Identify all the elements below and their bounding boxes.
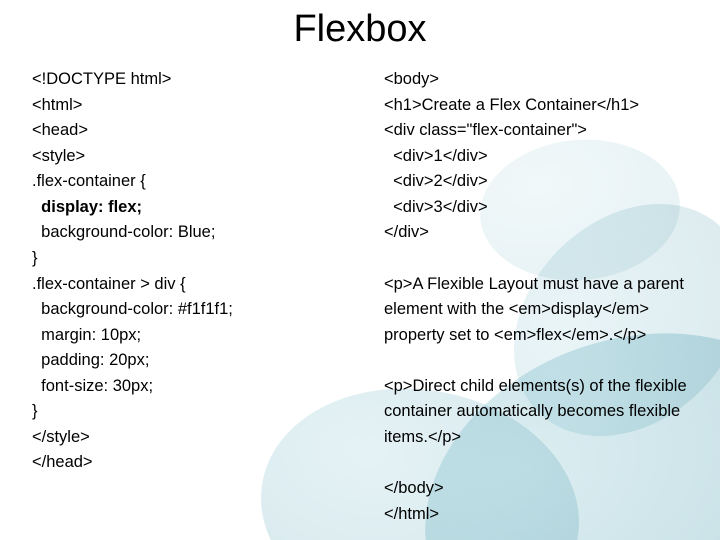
code-line-emphasis: display: flex; bbox=[32, 198, 142, 216]
code-line: </html> bbox=[384, 505, 439, 523]
code-line: background-color: #f1f1f1; bbox=[32, 300, 233, 318]
code-line: .flex-container > div { bbox=[32, 275, 186, 293]
code-line: font-size: 30px; bbox=[32, 377, 153, 395]
code-line: </head> bbox=[32, 453, 93, 471]
code-line: .flex-container { bbox=[32, 172, 146, 190]
code-line: </div> bbox=[384, 223, 429, 241]
code-line: } bbox=[32, 402, 38, 420]
code-line: <div>2</div> bbox=[384, 172, 488, 190]
code-line: <p>A Flexible Layout must have a parent … bbox=[384, 275, 689, 344]
code-line: <div>3</div> bbox=[384, 198, 488, 216]
code-line: </body> bbox=[384, 479, 444, 497]
code-line: </style> bbox=[32, 428, 90, 446]
content-columns: <!DOCTYPE html> <html> <head> <style> .f… bbox=[0, 67, 720, 527]
slide-title: Flexbox bbox=[0, 0, 720, 67]
code-line: <p>Direct child elements(s) of the flexi… bbox=[384, 377, 691, 446]
code-line: } bbox=[32, 249, 38, 267]
slide: Flexbox <!DOCTYPE html> <html> <head> <s… bbox=[0, 0, 720, 540]
code-line: margin: 10px; bbox=[32, 326, 141, 344]
code-line: <head> bbox=[32, 121, 88, 139]
code-line: <body> bbox=[384, 70, 439, 88]
code-line: <style> bbox=[32, 147, 85, 165]
code-line: <!DOCTYPE html> bbox=[32, 70, 171, 88]
code-line: <h1>Create a Flex Container</h1> bbox=[384, 96, 639, 114]
code-right-column: <body> <h1>Create a Flex Container</h1> … bbox=[384, 67, 688, 527]
code-line: <div class="flex-container"> bbox=[384, 121, 587, 139]
code-line: <div>1</div> bbox=[384, 147, 488, 165]
code-line: <html> bbox=[32, 96, 82, 114]
code-left-column: <!DOCTYPE html> <html> <head> <style> .f… bbox=[32, 67, 336, 527]
code-line: padding: 20px; bbox=[32, 351, 149, 369]
code-line: background-color: Blue; bbox=[32, 223, 215, 241]
